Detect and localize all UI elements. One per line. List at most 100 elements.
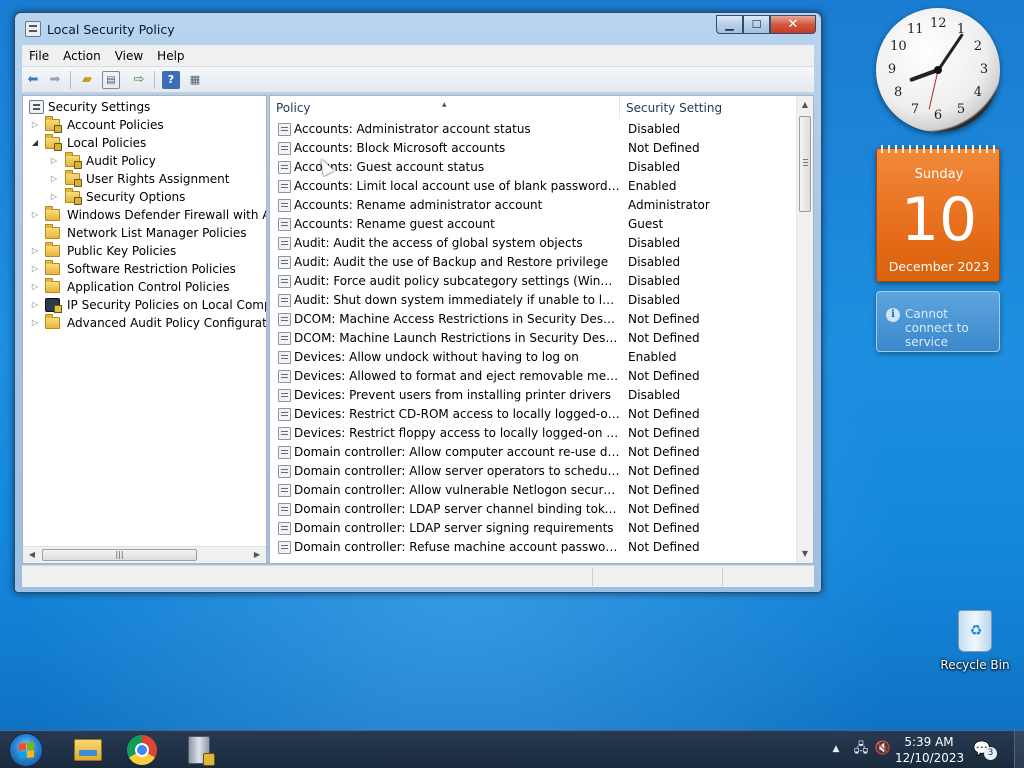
expand-arrow-icon[interactable]: ▷ bbox=[49, 188, 59, 206]
weather-status-message: Cannot connect to service bbox=[905, 307, 969, 349]
column-header-policy[interactable]: Policy ▲ bbox=[270, 96, 620, 119]
export-list-icon[interactable]: ⇨ bbox=[130, 71, 148, 89]
policy-icon bbox=[278, 503, 291, 516]
expand-arrow-icon[interactable]: ▷ bbox=[49, 152, 59, 170]
policy-name: DCOM: Machine Access Restrictions in Sec… bbox=[294, 312, 620, 326]
scroll-thumb[interactable] bbox=[799, 116, 811, 212]
menu-help[interactable]: Help bbox=[150, 45, 191, 67]
policy-row[interactable]: Domain controller: Allow server operator… bbox=[270, 462, 798, 481]
clock-number: 2 bbox=[973, 39, 982, 54]
policy-row[interactable]: Domain controller: Allow computer accoun… bbox=[270, 443, 798, 462]
policy-row[interactable]: Devices: Allow undock without having to … bbox=[270, 348, 798, 367]
policy-name: Devices: Prevent users from installing p… bbox=[294, 388, 611, 402]
policy-row[interactable]: Devices: Restrict floppy access to local… bbox=[270, 424, 798, 443]
close-button[interactable]: ✕ bbox=[770, 15, 816, 34]
show-hide-tree-icon[interactable]: ▤ bbox=[102, 71, 120, 89]
menu-file[interactable]: File bbox=[22, 45, 56, 67]
policy-row[interactable]: Devices: Prevent users from installing p… bbox=[270, 386, 798, 405]
tree-item-label: Public Key Policies bbox=[67, 244, 177, 258]
toolbar-separator bbox=[154, 71, 155, 89]
policy-row[interactable]: Domain controller: LDAP server channel b… bbox=[270, 500, 798, 519]
policy-icon bbox=[278, 522, 291, 535]
expand-arrow-icon[interactable]: ▷ bbox=[30, 278, 40, 296]
tree-item-label: Account Policies bbox=[67, 118, 164, 132]
calendar-gadget[interactable]: Sunday 10 December 2023 bbox=[876, 145, 1000, 282]
collapse-arrow-icon[interactable]: ◢ bbox=[30, 134, 40, 152]
policy-row[interactable]: DCOM: Machine Launch Restrictions in Sec… bbox=[270, 329, 798, 348]
clock-gadget[interactable]: 12 1 2 3 4 5 6 7 8 9 10 11 bbox=[876, 8, 1000, 132]
policy-row[interactable]: Accounts: Block Microsoft accounts Not De… bbox=[270, 139, 798, 158]
expand-arrow-icon[interactable]: ▷ bbox=[30, 116, 40, 134]
expand-arrow-icon[interactable]: ▷ bbox=[30, 242, 40, 260]
expand-arrow-icon[interactable]: ▷ bbox=[30, 314, 40, 332]
up-folder-icon[interactable]: ▰ bbox=[78, 71, 96, 89]
properties-icon[interactable]: ▦ bbox=[186, 71, 204, 89]
taskbar-local-security-policy[interactable] bbox=[174, 734, 224, 766]
policy-setting: Not Defined bbox=[628, 369, 700, 383]
policy-row[interactable]: Audit: Audit the use of Backup and Resto… bbox=[270, 253, 798, 272]
show-hidden-icons-button[interactable]: ▲ bbox=[830, 739, 842, 759]
clock-number: 7 bbox=[910, 101, 920, 117]
folder-icon bbox=[45, 278, 60, 293]
policy-icon bbox=[278, 237, 291, 250]
minimize-button[interactable]: ▁ bbox=[716, 15, 743, 34]
scroll-up-icon[interactable]: ▲ bbox=[797, 97, 813, 113]
system-clock[interactable]: 5:39 AM 12/10/2023 bbox=[895, 734, 964, 766]
policy-name: Accounts: Administrator account status bbox=[294, 122, 531, 136]
policy-row[interactable]: DCOM: Machine Access Restrictions in Sec… bbox=[270, 310, 798, 329]
tree-horizontal-scrollbar[interactable]: ◀ ||| ▶ bbox=[23, 546, 266, 563]
window-title: Local Security Policy bbox=[47, 22, 175, 37]
policy-setting: Not Defined bbox=[628, 521, 700, 535]
policy-setting: Not Defined bbox=[628, 141, 700, 155]
policy-row[interactable]: Accounts: Administrator account status Di… bbox=[270, 120, 798, 139]
taskbar-chrome[interactable] bbox=[117, 734, 167, 766]
policy-row[interactable]: Domain controller: LDAP server signing r… bbox=[270, 519, 798, 538]
taskbar-file-explorer[interactable] bbox=[60, 734, 110, 766]
local-security-policy-window: Local Security Policy ▁ ☐ ✕ File Action … bbox=[14, 12, 822, 593]
policy-setting: Disabled bbox=[628, 274, 681, 288]
show-desktop-button[interactable] bbox=[1014, 731, 1024, 768]
volume-muted-icon[interactable]: 🔇 bbox=[874, 739, 892, 759]
start-button[interactable] bbox=[9, 733, 43, 767]
weather-gadget[interactable]: i Cannot connect to service bbox=[876, 291, 1000, 352]
policy-row[interactable]: Devices: Allowed to format and eject rem… bbox=[270, 367, 798, 386]
scroll-thumb[interactable]: ||| bbox=[42, 549, 197, 561]
scroll-left-icon[interactable]: ◀ bbox=[24, 547, 40, 563]
policy-row[interactable]: Accounts: Limit local account use of bla… bbox=[270, 177, 798, 196]
menu-view[interactable]: View bbox=[108, 45, 150, 67]
policy-row[interactable]: Accounts: Rename administrator account Ad… bbox=[270, 196, 798, 215]
list-vertical-scrollbar[interactable]: ▲ ▼ bbox=[796, 96, 813, 563]
network-icon[interactable]: 🖧 bbox=[852, 739, 870, 759]
policy-setting: Guest bbox=[628, 217, 664, 231]
maximize-button[interactable]: ☐ bbox=[743, 15, 770, 34]
recycle-bin-shortcut[interactable]: ♻ Recycle Bin bbox=[940, 608, 1010, 678]
policy-row[interactable]: Domain controller: Allow vulnerable Netl… bbox=[270, 481, 798, 500]
clock-number: 8 bbox=[894, 85, 903, 100]
scroll-right-icon[interactable]: ▶ bbox=[249, 547, 265, 563]
policy-row[interactable]: Audit: Shut down system immediately if u… bbox=[270, 291, 798, 310]
recycle-bin-icon: ♻ bbox=[958, 610, 992, 652]
policy-name: Domain controller: Refuse machine accoun… bbox=[294, 540, 620, 554]
policy-name: Accounts: Rename guest account bbox=[294, 217, 495, 231]
expand-arrow-icon[interactable]: ▷ bbox=[30, 206, 40, 224]
back-arrow-icon[interactable]: ⬅ bbox=[24, 71, 42, 89]
title-bar[interactable]: Local Security Policy ▁ ☐ ✕ bbox=[15, 13, 821, 47]
policy-row[interactable]: Accounts: Rename guest account Guest bbox=[270, 215, 798, 234]
policy-row[interactable]: Audit: Audit the access of global system… bbox=[270, 234, 798, 253]
policy-row[interactable]: Audit: Force audit policy subcategory se… bbox=[270, 272, 798, 291]
menu-action[interactable]: Action bbox=[56, 45, 108, 67]
forward-arrow-icon[interactable]: ➡ bbox=[46, 71, 64, 89]
help-icon[interactable]: ? bbox=[162, 71, 180, 89]
scroll-down-icon[interactable]: ▼ bbox=[797, 546, 813, 562]
policy-icon bbox=[278, 142, 291, 155]
policy-row[interactable]: Devices: Restrict CD-ROM access to local… bbox=[270, 405, 798, 424]
policy-icon bbox=[278, 313, 291, 326]
calendar-month-year: December 2023 bbox=[888, 259, 990, 274]
policy-row[interactable]: Accounts: Guest account status Disabled bbox=[270, 158, 798, 177]
expand-arrow-icon[interactable]: ▷ bbox=[49, 170, 59, 188]
column-header-security-setting[interactable]: Security Setting bbox=[620, 96, 798, 119]
expand-arrow-icon[interactable]: ▷ bbox=[30, 260, 40, 278]
expand-arrow-icon[interactable]: ▷ bbox=[30, 296, 40, 314]
policy-icon bbox=[278, 427, 291, 440]
policy-row[interactable]: Domain controller: Refuse machine accoun… bbox=[270, 538, 798, 557]
